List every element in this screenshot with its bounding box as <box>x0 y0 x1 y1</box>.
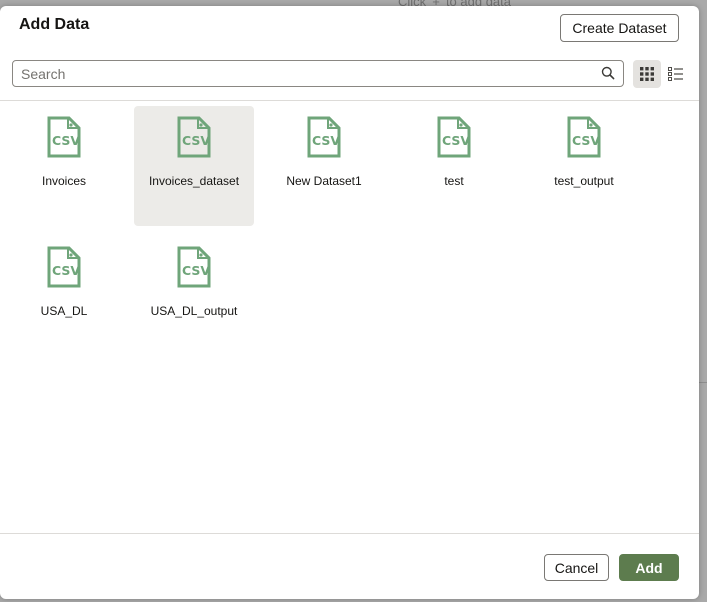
dataset-tile[interactable]: CSV USA_DL_output <box>134 236 254 356</box>
file-type-label: CSV <box>52 263 80 278</box>
dialog-title: Add Data <box>19 16 90 33</box>
file-type-label: CSV <box>312 133 340 148</box>
file-type-label: CSV <box>572 133 600 148</box>
dataset-label: Invoices_dataset <box>148 174 240 188</box>
dataset-label: Invoices <box>41 174 87 188</box>
add-data-dialog: Add Data Create Dataset Search CSV Invoi… <box>0 6 699 599</box>
dataset-grid: CSV Invoices CSV Invoices_dataset CSV New Dat… <box>0 102 699 532</box>
dataset-tile[interactable]: CSV test <box>394 106 514 226</box>
create-dataset-button[interactable]: Create Dataset <box>560 14 679 42</box>
csv-file-icon: CSV <box>177 116 211 158</box>
header-divider <box>0 100 699 101</box>
list-view-icon <box>667 67 683 81</box>
search-input[interactable] <box>21 64 591 83</box>
dataset-tile[interactable]: CSV test_output <box>524 106 644 226</box>
csv-file-icon: CSV <box>177 246 211 288</box>
dataset-tile[interactable]: CSV New Dataset1 <box>264 106 384 226</box>
file-type-label: CSV <box>182 263 210 278</box>
cancel-button[interactable]: Cancel <box>544 554 609 581</box>
add-button[interactable]: Add <box>619 554 679 581</box>
dataset-label: New Dataset1 <box>286 174 362 188</box>
dataset-label: USA_DL_output <box>150 304 238 318</box>
dataset-tile[interactable]: CSV Invoices_dataset <box>134 106 254 226</box>
dataset-label: USA_DL <box>40 304 88 318</box>
dataset-label: test_output <box>554 174 614 188</box>
dataset-tile[interactable]: CSV USA_DL <box>4 236 124 356</box>
csv-file-icon: CSV <box>437 116 471 158</box>
list-view-button[interactable] <box>661 60 689 88</box>
grid-view-icon <box>640 67 654 81</box>
file-type-label: CSV <box>442 133 470 148</box>
dataset-label: test <box>444 174 464 188</box>
dataset-tile[interactable]: CSV Invoices <box>4 106 124 226</box>
csv-file-icon: CSV <box>47 246 81 288</box>
search-icon[interactable] <box>601 66 615 80</box>
file-type-label: CSV <box>52 133 80 148</box>
file-type-label: CSV <box>182 133 210 148</box>
csv-file-icon: CSV <box>47 116 81 158</box>
footer-divider <box>0 533 699 534</box>
csv-file-icon: CSV <box>567 116 601 158</box>
csv-file-icon: CSV <box>307 116 341 158</box>
search-field[interactable] <box>12 60 624 87</box>
background-divider <box>699 382 707 383</box>
grid-view-button[interactable] <box>633 60 661 88</box>
